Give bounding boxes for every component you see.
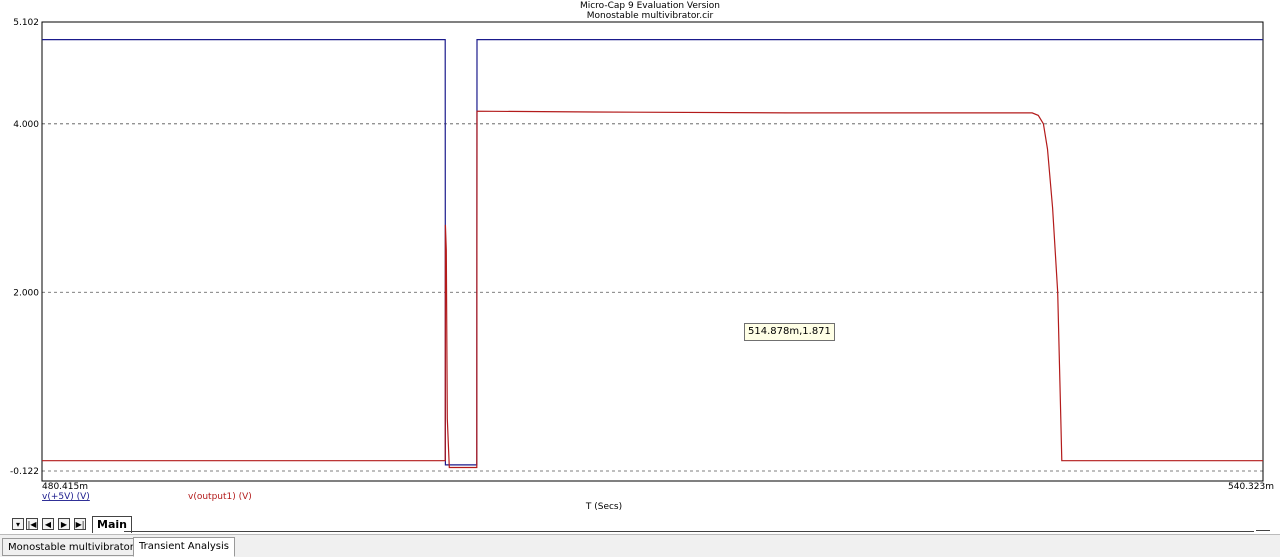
tab-scroll-handle[interactable] [1256, 518, 1270, 531]
last-tab-button[interactable]: ▶| [74, 518, 86, 530]
y-tick-label-0: 5.102 [13, 18, 39, 28]
legend-series-2[interactable]: v(output1) (V) [188, 492, 252, 502]
tab-circuit-file[interactable]: Monostable multivibrator.cir [2, 538, 155, 556]
x-tick-label-max: 540.323m [1228, 482, 1274, 492]
first-tab-button[interactable]: |◀ [26, 518, 38, 530]
previous-tab-button[interactable]: ◀ [42, 518, 54, 530]
chart-title: Micro-Cap 9 Evaluation Version [580, 1, 720, 11]
chart-subtitle: Monostable multivibrator.cir [587, 11, 714, 21]
x-tick-label-min: 480.415m [42, 482, 88, 492]
plot-area[interactable]: 5.102 4.000 2.000 -0.122 Micro-Cap 9 Evalua… [0, 0, 1280, 512]
x-axis-label: T (Secs) [585, 502, 622, 512]
y-tick-label-2: 2.000 [13, 288, 39, 298]
tab-transient-analysis[interactable]: Transient Analysis [133, 537, 235, 557]
legend-series-1[interactable]: v(+5V) (V) [42, 492, 90, 502]
next-tab-button[interactable]: ▶ [58, 518, 70, 530]
tab-strip-divider [124, 531, 1254, 532]
tab-menu-button[interactable]: ▾ [12, 518, 24, 530]
y-tick-label-1: 4.000 [13, 120, 39, 130]
cursor-coordinate-tooltip: 514.878m,1.871 [744, 323, 835, 341]
plot-background [0, 0, 1280, 512]
document-tab-bar: Monostable multivibrator.cir Transient A… [0, 534, 1280, 557]
page-tab-strip: ▾ |◀ ◀ ▶ ▶| Main [0, 512, 1280, 534]
y-tick-label-3: -0.122 [10, 467, 39, 477]
